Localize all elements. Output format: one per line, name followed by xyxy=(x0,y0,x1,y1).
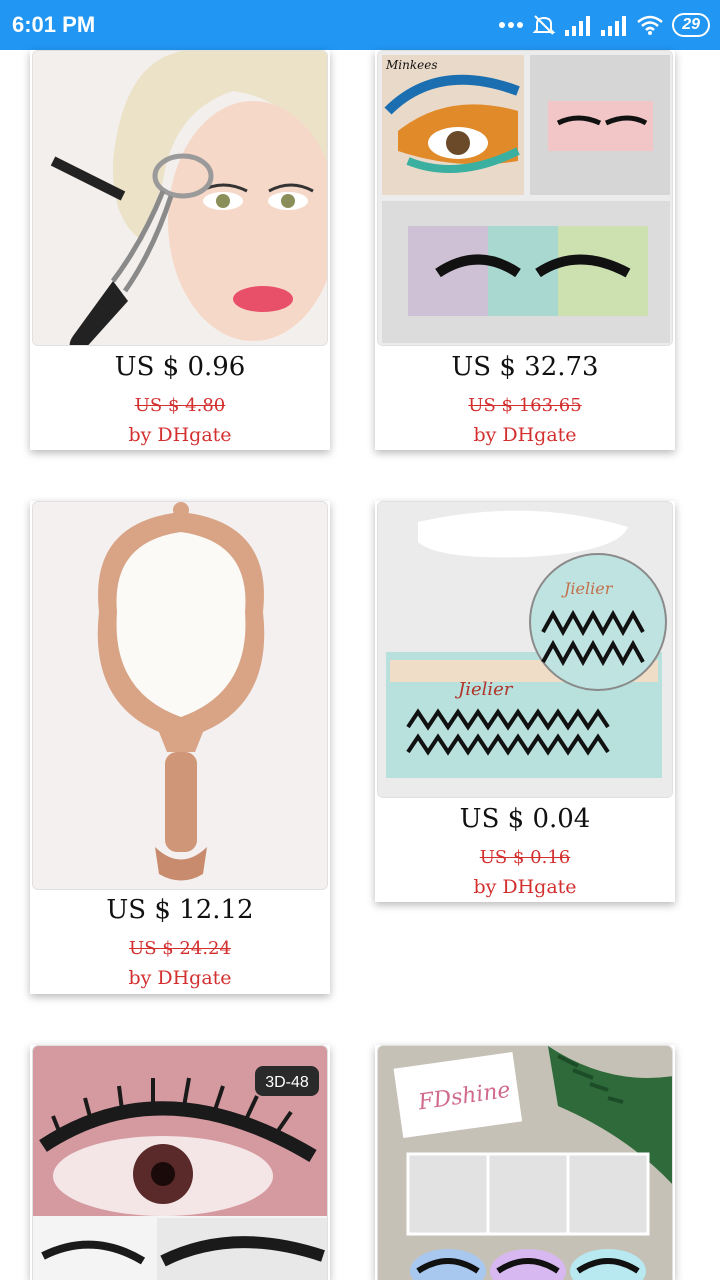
jielier-brand-text: Jielier xyxy=(454,679,514,700)
eyelash-curler-model-photo xyxy=(33,51,327,345)
status-bar: 6:01 PM 29 xyxy=(0,0,720,50)
product-original-price: US $ 0.16 xyxy=(479,847,571,868)
3d-lashes-eye-photo: 3D-48 xyxy=(33,1046,327,1280)
fdshine-lash-cases-photo: FDshine xyxy=(378,1046,672,1280)
alarm-off-icon xyxy=(532,15,556,35)
product-seller: by DHgate xyxy=(128,967,232,989)
product-original-price: US $ 163.65 xyxy=(468,395,582,416)
more-dots-icon xyxy=(499,22,524,28)
wifi-icon xyxy=(637,15,664,35)
product-badge: 3D-48 xyxy=(265,1074,309,1091)
product-image[interactable]: 3D-48 xyxy=(32,1045,328,1280)
product-image[interactable]: FDshine xyxy=(377,1045,673,1280)
status-icons: 29 xyxy=(498,12,710,38)
product-card[interactable]: US $ 0.96 US $ 4.80 by DHgate xyxy=(30,50,330,450)
product-seller: by DHgate xyxy=(473,876,577,898)
product-original-price: US $ 4.80 xyxy=(134,395,226,416)
signal-icon xyxy=(565,16,591,36)
minkees-brand-text: Minkees xyxy=(385,58,438,72)
product-image[interactable]: Minkees xyxy=(377,50,673,346)
product-card[interactable]: FDshine xyxy=(375,1045,675,1280)
product-seller: by DHgate xyxy=(473,424,577,446)
product-original-price: US $ 24.24 xyxy=(129,938,231,959)
product-price: US $ 0.04 xyxy=(459,804,591,834)
product-card[interactable]: 3D-48 xyxy=(30,1045,330,1280)
product-image[interactable]: Jielier Jielier xyxy=(377,501,673,798)
product-price: US $ 12.12 xyxy=(106,895,254,925)
jielier-brand-text: Jielier xyxy=(561,579,614,598)
battery-icon: 29 xyxy=(672,13,710,37)
minkees-lashes-box-photo: Minkees xyxy=(378,51,672,345)
jielier-lash-clusters-photo: Jielier Jielier xyxy=(378,502,672,797)
product-card[interactable]: Minkees US $ 32.73 US $ 163.65 by DHgate xyxy=(375,50,675,450)
status-time: 6:01 PM xyxy=(12,12,96,37)
product-card[interactable]: US $ 12.12 US $ 24.24 by DHgate xyxy=(30,501,330,994)
product-card[interactable]: Jielier Jielier US $ 0.04 US $ 0.16 by D… xyxy=(375,501,675,902)
product-image[interactable] xyxy=(32,50,328,346)
product-price: US $ 0.96 xyxy=(114,352,246,382)
rose-gold-hand-mirror-photo xyxy=(33,502,327,889)
product-image[interactable] xyxy=(32,501,328,890)
product-price: US $ 32.73 xyxy=(451,352,599,382)
product-seller: by DHgate xyxy=(128,424,232,446)
signal-icon xyxy=(601,16,627,36)
